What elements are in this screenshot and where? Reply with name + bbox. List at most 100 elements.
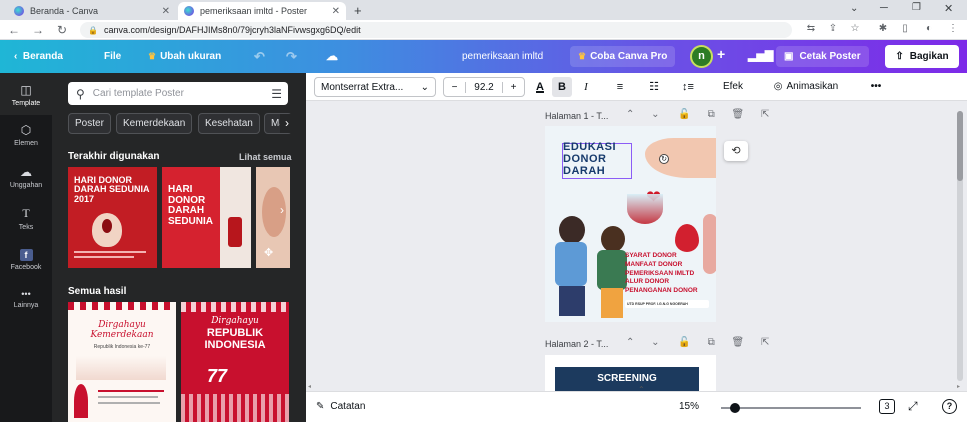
spacing-icon[interactable]: ↕≡ bbox=[678, 77, 698, 97]
file-menu-button[interactable]: File bbox=[104, 48, 121, 65]
new-tab-button[interactable]: + bbox=[354, 3, 362, 18]
notes-button[interactable]: ✎ Catatan bbox=[316, 401, 365, 412]
italic-button[interactable]: I bbox=[576, 77, 596, 97]
add-page-icon[interactable]: ⇱ bbox=[761, 109, 769, 120]
sidebar-item-template[interactable]: ◫ Template bbox=[0, 73, 52, 115]
extensions-icon[interactable]: ✱ bbox=[876, 23, 890, 34]
increase-size-button[interactable]: + bbox=[502, 81, 524, 93]
sidebar-item-more[interactable]: ••• Lainnya bbox=[0, 289, 52, 309]
try-pro-button[interactable]: ♛ Coba Canva Pro bbox=[570, 46, 676, 67]
heading-line: DONOR bbox=[563, 153, 607, 166]
close-tab-icon[interactable]: ✕ bbox=[332, 6, 340, 17]
page-count-button[interactable]: 3 bbox=[879, 399, 895, 414]
poster-heading[interactable]: EDUKASI DONOR DARAH bbox=[563, 141, 616, 177]
sidebar-item-facebook[interactable]: f Facebook bbox=[0, 247, 52, 271]
template-panel: ⚲ Cari template Poster ☰ Poster Kemerdek… bbox=[52, 73, 306, 422]
browser-tab-design[interactable]: pemeriksaan imltd - Poster ✕ bbox=[178, 2, 346, 20]
search-input[interactable]: ⚲ Cari template Poster ☰ bbox=[68, 82, 288, 105]
bookmark-star-icon[interactable]: ☆ bbox=[848, 23, 862, 34]
duplicate-icon[interactable]: ⧉ bbox=[708, 109, 715, 120]
print-poster-button[interactable]: ▣ Cetak Poster bbox=[776, 46, 869, 67]
close-window-icon[interactable]: ✕ bbox=[944, 2, 953, 15]
font-size-input[interactable]: 92.2 bbox=[466, 82, 502, 93]
chevron-down-icon[interactable]: ⌄ bbox=[651, 109, 659, 120]
restore-icon[interactable]: ❐ bbox=[912, 2, 921, 13]
delete-icon[interactable]: 🗑 bbox=[732, 109, 745, 120]
chevron-right-icon[interactable]: › bbox=[280, 203, 284, 217]
align-icon[interactable]: ≡ bbox=[610, 77, 630, 97]
close-tab-icon[interactable]: ✕ bbox=[162, 6, 170, 17]
effects-button[interactable]: Efek bbox=[716, 77, 750, 97]
reload-icon[interactable]: ↻ bbox=[54, 22, 70, 38]
chevron-up-icon[interactable]: ⌃ bbox=[626, 337, 634, 348]
insights-icon[interactable]: ▂▅▇ bbox=[748, 48, 773, 65]
search-placeholder: Cari template Poster bbox=[92, 88, 184, 99]
more-options-icon[interactable]: ••• bbox=[864, 77, 888, 97]
chevron-down-icon[interactable]: ⌄ bbox=[651, 337, 659, 348]
thumbnail-line bbox=[98, 390, 164, 392]
zoom-slider[interactable] bbox=[721, 407, 861, 409]
home-button[interactable]: ‹ Beranda bbox=[14, 48, 63, 65]
zoom-level[interactable]: 15% bbox=[679, 401, 699, 412]
list-icon[interactable]: ☷ bbox=[644, 77, 664, 97]
cloud-save-icon[interactable]: ☁ bbox=[326, 48, 338, 65]
redo-icon[interactable]: ↷ bbox=[286, 48, 297, 65]
decrease-size-button[interactable]: − bbox=[444, 81, 466, 93]
undo-icon[interactable]: ↶ bbox=[254, 48, 265, 65]
sidebar-item-uploads[interactable]: ☁ Unggahan bbox=[0, 165, 52, 189]
lock-icon[interactable]: 🔓 bbox=[678, 109, 690, 120]
browser-menu-icon[interactable]: ⋮ bbox=[946, 23, 960, 34]
animate-button[interactable]: ◎ Animasikan bbox=[766, 77, 846, 97]
add-page-icon[interactable]: ⇱ bbox=[761, 337, 769, 348]
sidebar-item-text[interactable]: T Teks bbox=[0, 206, 52, 231]
zoom-slider-handle[interactable] bbox=[730, 403, 740, 413]
tab-search-icon[interactable]: ⌄ bbox=[850, 3, 858, 14]
profile-icon[interactable]: ◐ bbox=[922, 23, 936, 34]
canva-favicon-icon bbox=[184, 6, 194, 16]
delete-icon[interactable]: 🗑 bbox=[732, 337, 745, 348]
recent-thumbnail-3[interactable]: ✥ › bbox=[256, 167, 290, 268]
sidebar-icon[interactable]: ▯ bbox=[898, 23, 912, 34]
chevron-up-icon[interactable]: ⌃ bbox=[626, 109, 634, 120]
scrollbar-thumb[interactable] bbox=[957, 111, 963, 181]
blood-drop-illustration bbox=[102, 219, 112, 233]
result-thumbnail-2[interactable]: Dirgahayu REPUBLIK INDONESIA 77 bbox=[181, 302, 289, 422]
text-color-button[interactable]: A bbox=[530, 77, 550, 97]
scroll-left-icon[interactable]: ◂ bbox=[308, 383, 311, 390]
minimize-icon[interactable]: ─ bbox=[880, 2, 888, 14]
avatar[interactable]: n bbox=[690, 45, 713, 68]
bold-button[interactable]: B bbox=[552, 77, 572, 97]
result-thumbnail-1[interactable]: Dirgahayu Kemerdekaan Republik Indonesia… bbox=[68, 302, 176, 422]
see-all-link[interactable]: Lihat semua bbox=[239, 152, 292, 162]
add-collaborator-icon[interactable]: + bbox=[717, 46, 725, 63]
poster-page-1[interactable]: EDUKASI DONOR DARAH ↻ ❤ SYARAT DONOR MAN… bbox=[545, 126, 716, 322]
share-page-icon[interactable]: ⇪ bbox=[826, 23, 840, 34]
document-title[interactable]: pemeriksaan imltd bbox=[462, 48, 543, 65]
share-button[interactable]: ⇧ Bagikan bbox=[885, 45, 959, 68]
recent-thumbnail-1[interactable]: HARI DONOR DARAH SEDUNIA 2017 bbox=[68, 167, 157, 268]
resize-button[interactable]: ♛ Ubah ukuran bbox=[148, 48, 221, 65]
translate-icon[interactable]: ⇆ bbox=[804, 23, 818, 34]
filter-icon[interactable]: ☰ bbox=[271, 87, 282, 101]
sidebar-item-elements[interactable]: ⬡ Elemen bbox=[0, 123, 52, 147]
poster-topic-list[interactable]: SYARAT DONOR MANFAAT DONOR PEMERIKSAAN I… bbox=[625, 252, 698, 296]
back-icon[interactable]: ← bbox=[6, 22, 22, 38]
font-size-stepper[interactable]: − 92.2 + bbox=[443, 77, 525, 97]
rotate-handle-icon[interactable]: ↻ bbox=[659, 154, 669, 164]
scroll-right-icon[interactable]: ▸ bbox=[957, 383, 960, 390]
chip-kemerdekaan[interactable]: Kemerdekaan bbox=[116, 113, 193, 134]
chevron-right-icon[interactable]: › bbox=[280, 114, 294, 133]
chip-poster[interactable]: Poster bbox=[68, 113, 111, 134]
duplicate-icon[interactable]: ⧉ bbox=[708, 337, 715, 348]
forward-icon[interactable]: → bbox=[30, 22, 46, 38]
recent-thumbnail-2[interactable]: HARI DONOR DARAH SEDUNIA bbox=[162, 167, 251, 268]
help-button[interactable]: ? bbox=[942, 399, 957, 414]
fullscreen-icon[interactable]: ⤢ bbox=[908, 399, 918, 414]
comment-refresh-icon[interactable]: ⟲ bbox=[724, 141, 748, 161]
poster-page-2[interactable]: SCREENING bbox=[545, 355, 716, 391]
font-selector[interactable]: Montserrat Extra... ⌄ bbox=[314, 77, 436, 97]
browser-tab-home[interactable]: Beranda - Canva ✕ bbox=[8, 2, 176, 20]
lock-icon[interactable]: 🔓 bbox=[678, 337, 690, 348]
chip-kesehatan[interactable]: Kesehatan bbox=[198, 113, 260, 134]
url-input[interactable]: 🔒 canva.com/design/DAFHJIMs8n0/79jcryh3l… bbox=[80, 22, 792, 38]
